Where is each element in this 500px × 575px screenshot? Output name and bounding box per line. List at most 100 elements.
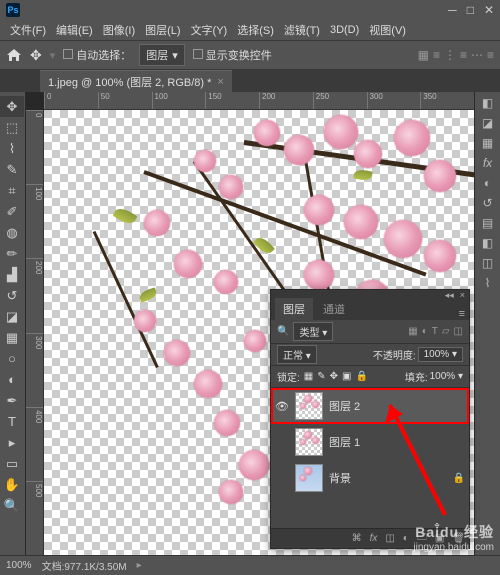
gradient-tool[interactable]: ▦ [0,327,24,348]
menu-bar: 文件(F) 编辑(E) 图像(I) 图层(L) 文字(Y) 选择(S) 滤镜(T… [0,20,500,40]
close-button[interactable]: ✕ [484,3,494,17]
fill-value[interactable]: 100% ▾ [430,371,463,382]
lock-image-icon[interactable]: ✎ [317,371,325,382]
healing-tool[interactable]: ◍ [0,222,24,243]
lock-transparency-icon[interactable]: ▦ [304,371,313,382]
paths-panel-icon[interactable]: ⌇ [485,276,491,290]
panel-collapse-bar[interactable]: ◂◂× [271,290,469,298]
maximize-button[interactable]: □ [467,3,474,17]
link-layers-icon[interactable]: ⌘ [352,533,362,544]
zoom-tool[interactable]: 🔍 [0,495,24,516]
layer-thumbnail[interactable] [295,392,323,420]
stamp-tool[interactable]: ▟ [0,264,24,285]
filter-adjust-icon[interactable]: ◐ [422,326,428,337]
blur-tool[interactable]: ○ [0,348,24,369]
pen-tool[interactable]: ✒ [0,390,24,411]
menu-select[interactable]: 选择(S) [233,20,278,40]
lock-all-icon[interactable]: 🔒 [355,371,367,382]
close-tab-icon[interactable]: × [217,76,223,88]
filter-shape-icon[interactable]: ▱ [442,326,450,337]
layer-name[interactable]: 图层 2 [329,398,360,414]
eyedropper-tool[interactable]: ✐ [0,201,24,222]
status-menu-icon[interactable]: ▸ [137,560,142,571]
history-brush-tool[interactable]: ↺ [0,285,24,306]
menu-filter[interactable]: 滤镜(T) [280,20,324,40]
brush-tool[interactable]: ✏ [0,243,24,264]
adjustments-panel-icon[interactable]: ◐ [484,176,491,190]
lock-artboard-icon[interactable]: ▣ [342,371,351,382]
watermark: Bai̐du 经验 jingyan.baidu.com [413,522,494,553]
adjustment-layer-icon[interactable]: ◐ [403,533,409,544]
lasso-tool[interactable]: ⌇ [0,138,24,159]
swatches-panel-icon[interactable]: ▦ [482,136,493,150]
layer-thumbnail[interactable] [295,428,323,456]
opacity-value[interactable]: 100% ▾ [418,347,463,362]
shape-tool[interactable]: ▭ [0,453,24,474]
home-icon[interactable] [6,48,22,62]
right-dock: ◧ ◪ ▦ fx ◐ ↺ ▤ ◧ ◫ ⌇ [474,92,500,555]
tools-panel: ✥ ⬚ ⌇ ✎ ⌗ ✐ ◍ ✏ ▟ ↺ ◪ ▦ ○ ◐ ✒ T ▸ ▭ ✋ 🔍 [0,92,26,555]
channels-panel-icon[interactable]: ◫ [482,256,493,270]
dodge-tool[interactable]: ◐ [0,369,24,390]
layer-fx-icon[interactable]: fx [370,533,378,544]
menu-type[interactable]: 文字(Y) [187,20,232,40]
lock-position-icon[interactable]: ✥ [330,371,338,382]
move-tool-icon[interactable]: ✥ [30,47,42,64]
filter-pixel-icon[interactable]: ▦ [408,326,417,337]
marquee-tool[interactable]: ⬚ [0,117,24,138]
layer-filter-row: 🔍 类型 ▾ ▦ ◐ T ▱ ◫ [271,320,469,344]
move-tool[interactable]: ✥ [0,96,24,117]
layer-row[interactable]: 图层 1 [271,424,469,460]
layer-mask-icon[interactable]: ◫ [385,533,394,544]
layer-name[interactable]: 背景 [329,470,351,486]
document-tab[interactable]: 1.jpeg @ 100% (图层 2, RGB/8) * × [40,70,232,93]
panel-menu-icon[interactable]: ≡ [459,308,465,320]
tab-layers[interactable]: 图层 [275,298,313,320]
crop-tool[interactable]: ⌗ [0,180,24,201]
styles-panel-icon[interactable]: fx [483,156,492,170]
menu-file[interactable]: 文件(F) [6,20,50,40]
layer-row[interactable]: 👁 图层 2 [271,388,469,424]
layer-row[interactable]: 背景 🔒 [271,460,469,496]
quick-select-tool[interactable]: ✎ [0,159,24,180]
layer-name[interactable]: 图层 1 [329,434,360,450]
menu-image[interactable]: 图像(I) [99,20,139,40]
auto-select-checkbox[interactable]: 自动选择： [63,47,131,63]
show-transform-checkbox[interactable]: 显示变换控件 [193,47,272,63]
align-icon[interactable]: ⋯ [471,48,483,62]
panel-icon[interactable]: ◧ [482,96,493,110]
filter-smart-icon[interactable]: ◫ [454,326,463,337]
ruler-horizontal: 050100150200250300350 [44,92,474,110]
tab-channels[interactable]: 通道 [315,298,353,320]
properties-panel-icon[interactable]: ▤ [482,216,493,230]
layers-panel-icon[interactable]: ◧ [482,236,493,250]
menu-3d[interactable]: 3D(D) [326,22,363,38]
doc-size: 文档:977.1K/3.50M [42,558,127,573]
zoom-level[interactable]: 100% [6,560,32,571]
menu-view[interactable]: 视图(V) [365,20,410,40]
options-bar: ✥ ▾ 自动选择： 图层▾ 显示变换控件 ▦ ≡ ⋮ ≡ ⋯ ≡ [0,40,500,70]
align-icon[interactable]: ⋮ [444,48,456,62]
blend-mode-dropdown[interactable]: 正常 ▾ [277,345,317,364]
layer-thumbnail[interactable] [295,464,323,492]
eraser-tool[interactable]: ◪ [0,306,24,327]
lock-label: 锁定: [277,369,300,384]
align-icon[interactable]: ≡ [460,48,467,62]
type-tool[interactable]: T [0,411,24,432]
align-icon[interactable]: ≡ [487,48,494,62]
menu-layer[interactable]: 图层(L) [141,20,184,40]
history-panel-icon[interactable]: ↺ [482,196,492,210]
align-icon[interactable]: ▦ [418,48,429,62]
document-tab-title: 1.jpeg @ 100% (图层 2, RGB/8) * [48,74,211,90]
auto-select-target-dropdown[interactable]: 图层▾ [139,44,185,66]
hand-tool[interactable]: ✋ [0,474,24,495]
visibility-toggle[interactable]: 👁 [275,400,289,413]
minimize-button[interactable]: ─ [448,3,457,17]
filter-type-icon[interactable]: T [432,326,438,337]
path-select-tool[interactable]: ▸ [0,432,24,453]
color-panel-icon[interactable]: ◪ [482,116,493,130]
search-icon[interactable]: 🔍 [277,326,289,337]
align-icon[interactable]: ≡ [433,48,440,62]
menu-edit[interactable]: 编辑(E) [52,20,97,40]
filter-kind-dropdown[interactable]: 类型 ▾ [293,322,333,341]
